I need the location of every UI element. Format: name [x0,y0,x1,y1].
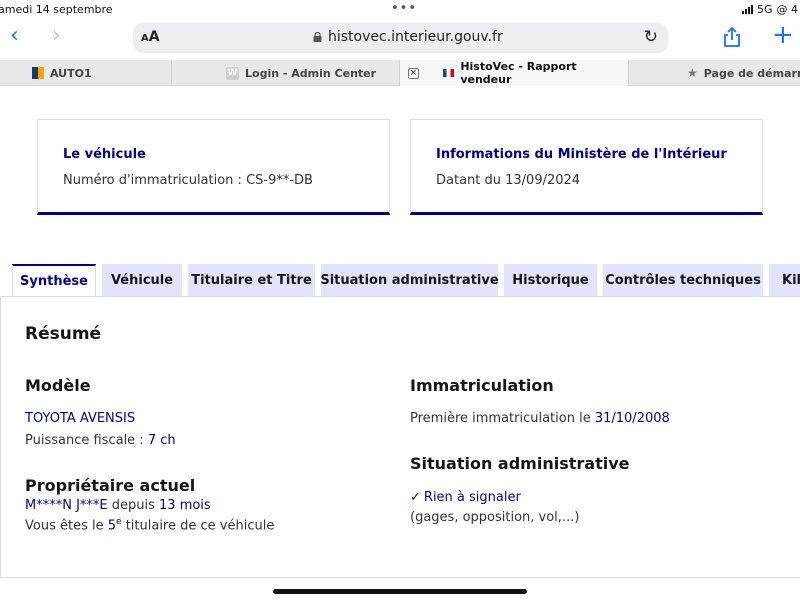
auto1-favicon-icon [32,67,44,79]
french-flag-favicon-icon [442,69,455,77]
status-indicators: 5G @ 4 [741,3,799,16]
owner-rank: Vous êtes le 5e titulaire de ce véhicule [25,517,274,533]
network-label: 5G [756,3,773,16]
owner-line: M****N J***E depuis 13 mois [25,498,211,513]
browser-tab-auto1[interactable]: AUTO1 [0,60,172,86]
fiscal-power-value: 7 ch [147,433,176,448]
home-indicator[interactable] [273,589,527,594]
status-extra: @ 4 [776,3,799,16]
reader-settings-button[interactable]: AA [141,29,160,45]
report-tabs: Synthèse Véhicule Titulaire et Titre Sit… [0,264,800,297]
first-registration: Première immatriculation le 31/10/2008 [410,411,670,426]
new-tab-plus-icon[interactable]: + [772,20,794,50]
tab-synthese[interactable]: Synthèse [12,264,96,297]
browser-tab-label: AUTO1 [50,66,92,80]
owner-rank-prefix: Vous êtes le [25,518,108,534]
vehicle-card: Le véhicule Numéro d'immatriculation : C… [37,119,390,215]
tab-historique[interactable]: Historique [504,264,597,297]
check-icon: ✓ [410,490,421,505]
owner-since-label: depuis [107,498,160,513]
multitasking-dots-icon[interactable]: ••• [391,1,417,16]
owner-name: M****N J***E [25,498,108,513]
close-tab-icon[interactable]: × [408,67,419,79]
first-registration-label: Première immatriculation le [410,411,595,426]
browser-toolbar: ‹ › AA histovec.interieur.gouv.fr ↻ + [0,20,800,58]
owner-heading: Propriétaire actuel [25,476,196,495]
admin-status: ✓ Rien à signaler [410,490,521,505]
browser-tab-histovec[interactable]: × HistoVec - Rapport vendeur [400,60,629,86]
model-heading: Modèle [25,376,91,395]
owner-rank-value: 5 [107,518,117,534]
back-chevron-icon[interactable]: ‹ [10,25,19,47]
admin-status-text: Rien à signaler [423,490,521,505]
fiscal-power: Puissance fiscale : 7 ch [25,433,176,448]
signal-icon [741,5,753,14]
address-bar[interactable]: AA histovec.interieur.gouv.fr ↻ [133,23,668,53]
ministry-card-date: Datant du 13/09/2024 [436,173,581,188]
summary-title: Résumé [25,324,102,344]
tab-titulaire-titre[interactable]: Titulaire et Titre [188,264,315,297]
w-favicon-icon: W [226,66,239,80]
lock-icon [313,32,322,42]
url-text: histovec.interieur.gouv.fr [328,29,503,45]
reload-icon[interactable]: ↻ [644,27,658,47]
tab-vehicule[interactable]: Véhicule [102,264,182,297]
status-bar: amedi 14 septembre ••• 5G @ 4 [0,0,800,20]
tab-situation-administrative[interactable]: Situation administrative [321,264,498,297]
registration-heading: Immatriculation [410,376,554,395]
fiscal-power-label: Puissance fiscale : [25,433,148,448]
vehicle-card-title: Le véhicule [63,147,146,162]
share-icon[interactable] [722,26,742,48]
browser-tab-label: HistoVec - Rapport vendeur [460,60,577,86]
owner-rank-suffix: titulaire de ce véhicule [121,518,275,534]
ministry-card: Informations du Ministère de l'Intérieur… [410,119,763,215]
model-name: TOYOTA AVENSIS [25,411,136,426]
star-icon: ★ [687,66,698,80]
browser-tab-admin-center[interactable]: W Login - Admin Center [172,60,400,86]
tab-kilometrage[interactable]: Kilo [769,264,800,297]
status-date: amedi 14 septembre [0,3,113,16]
vehicle-card-registration: Numéro d'immatriculation : CS-9**-DB [63,173,313,188]
browser-tab-start-page[interactable]: ★ Page de démarrage [629,60,800,86]
tab-controles-techniques[interactable]: Contrôles techniques [603,264,763,297]
forward-chevron-icon[interactable]: › [52,25,61,47]
browser-tab-label: Page de démarrage [703,66,800,80]
admin-details: (gages, opposition, vol,...) [410,510,580,525]
owner-since-value: 13 mois [159,498,211,513]
ministry-card-title: Informations du Ministère de l'Intérieur [436,147,727,162]
url-field[interactable]: histovec.interieur.gouv.fr [313,29,503,45]
browser-tab-label: Login - Admin Center [245,66,377,80]
admin-heading: Situation administrative [410,454,630,473]
first-registration-date: 31/10/2008 [594,411,670,426]
browser-tab-strip: AUTO1 W Login - Admin Center × HistoVec … [0,60,800,86]
